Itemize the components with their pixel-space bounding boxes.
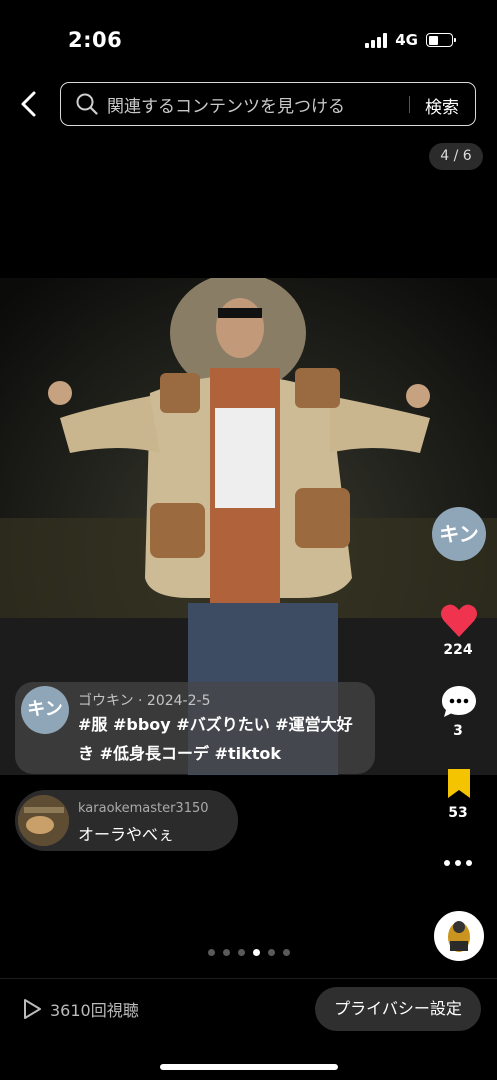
- page-dot: [268, 949, 275, 956]
- save-count: 53: [448, 805, 468, 821]
- post-caption[interactable]: #服 #bboy #バズりたい #運営大好き #低身長コーデ #tiktok: [78, 710, 368, 768]
- status-indicators: 4G: [365, 31, 456, 49]
- status-time: 2:06: [68, 28, 123, 52]
- sound-avatar[interactable]: [434, 911, 484, 961]
- comment-username[interactable]: karaokemaster3150: [78, 801, 209, 816]
- page-dot: [223, 949, 230, 956]
- signal-icon: [365, 32, 388, 48]
- view-count: 3610回視聴: [22, 997, 139, 1021]
- page-indicator: [208, 949, 290, 956]
- battery-icon: [426, 33, 456, 47]
- play-icon: [24, 999, 41, 1019]
- search-input[interactable]: 関連するコンテンツを見つける: [107, 92, 345, 117]
- image-counter: 4 / 6: [429, 143, 483, 170]
- page-dot: [283, 949, 290, 956]
- comment-text: オーラやべぇ: [78, 825, 175, 844]
- comment-bubble[interactable]: karaokemaster3150 オーラやべぇ: [15, 790, 238, 851]
- like-count: 224: [443, 642, 473, 658]
- back-arrow-icon[interactable]: [16, 89, 42, 119]
- caption-bubble[interactable]: キン ゴウキン · 2024-2-5 #服 #bboy #バズりたい #運営大好…: [15, 682, 375, 774]
- comment-count: 3: [453, 723, 463, 739]
- view-count-text: 3610回視聴: [50, 1001, 139, 1020]
- privacy-settings-button[interactable]: プライバシー設定: [315, 987, 481, 1031]
- page-dot: [208, 949, 215, 956]
- bookmark-icon[interactable]: [446, 767, 472, 799]
- post-meta: ゴウキン · 2024-2-5: [78, 693, 211, 709]
- page-dot: [238, 949, 245, 956]
- more-options-icon[interactable]: [444, 860, 472, 866]
- commenter-avatar[interactable]: [18, 795, 69, 846]
- network-type: 4G: [395, 31, 418, 49]
- search-bar[interactable]: 関連するコンテンツを見つける 検索: [60, 82, 476, 126]
- page-dot-active: [253, 949, 260, 956]
- comment-icon[interactable]: [440, 684, 478, 720]
- divider: [0, 978, 497, 979]
- search-divider: [409, 96, 410, 113]
- author-avatar[interactable]: キン: [21, 686, 69, 734]
- heart-icon[interactable]: [440, 603, 478, 638]
- search-icon: [76, 93, 98, 115]
- search-button[interactable]: 検索: [425, 93, 459, 118]
- author-avatar-button[interactable]: キン: [432, 507, 486, 561]
- home-indicator[interactable]: [160, 1064, 338, 1070]
